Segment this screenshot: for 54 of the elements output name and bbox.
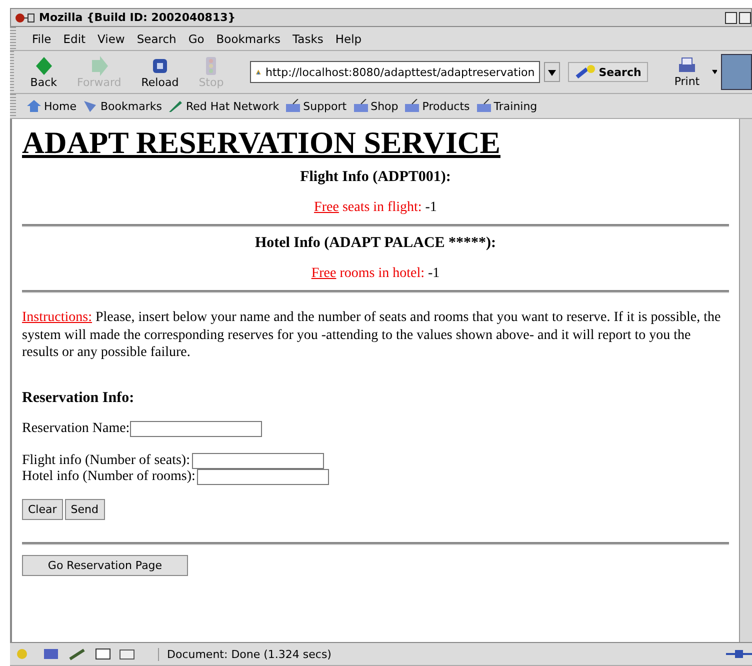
toolbar-button[interactable]: Back [22, 56, 66, 88]
print-button[interactable]: Print [666, 56, 708, 88]
url-field[interactable]: http://localhost:8080/adapttest/adaptreservation [250, 61, 540, 83]
pen-icon [168, 99, 184, 113]
bookmark-link[interactable]: Home [26, 99, 76, 113]
caret-icon [548, 70, 556, 76]
caret-icon[interactable] [712, 69, 718, 75]
menu-item[interactable]: Go [188, 32, 204, 46]
scrollbar[interactable] [739, 119, 752, 642]
maximize-button[interactable] [739, 12, 751, 24]
menu-item[interactable]: Help [335, 32, 362, 46]
toolbar-button[interactable]: Reload [133, 56, 187, 88]
form-button[interactable]: Clear [22, 498, 63, 520]
section-heading: Hotel Info (ADAPT PALACE *****): [254, 235, 498, 252]
availability-text: Free seats in flight: -1 [313, 200, 438, 216]
menu-item[interactable]: Edit [63, 32, 86, 46]
minimize-button[interactable] [725, 12, 737, 24]
bookmark-link[interactable]: Bookmarks [82, 99, 162, 113]
field-label: Flight info (Number of seats): [22, 452, 190, 468]
instructions-text: Instructions: Please, insert below your name and the number of seats and rooms that you want to reserve. If it is possible, the system will made the corresponding reserves for you -attending to the values shown above- and it will report to you the results or any possible failure. [22, 309, 722, 362]
availability-text: Free rooms in hotel: -1 [310, 266, 441, 282]
folder-icon [476, 99, 492, 113]
dropdown-button[interactable] [544, 62, 560, 82]
input-field[interactable] [197, 468, 330, 484]
form-heading: Reservation Info: [22, 390, 136, 406]
status-text: Document: Done (1.324 secs) [158, 648, 332, 660]
folder-icon [352, 99, 369, 113]
folder-icon [285, 99, 302, 113]
go-button[interactable]: Go Reservation Page [22, 554, 188, 576]
form-button[interactable]: Send [64, 498, 104, 520]
window-title: Mozilla {Build ID: 2002040813} [39, 11, 236, 24]
bookmark-link[interactable]: Shop [352, 99, 398, 113]
search-button[interactable]: Search [568, 62, 648, 82]
menu-item[interactable]: Tasks [292, 32, 324, 46]
input-field[interactable] [192, 452, 324, 468]
menu-item[interactable]: Bookmarks [216, 32, 281, 46]
page-title: ADAPT RESERVATION SERVICE [22, 125, 502, 161]
field-label: Reservation Name: [22, 420, 130, 436]
connection-icon [726, 648, 752, 660]
section-heading: Flight Info (ADPT001): [299, 169, 452, 186]
bookmark-link[interactable]: Red Hat Network [168, 99, 280, 113]
input-field[interactable] [130, 420, 262, 436]
search-icon [574, 65, 597, 79]
menu-item[interactable]: File [32, 32, 52, 46]
mozilla-icon [15, 12, 37, 24]
menu-item[interactable]: View [98, 32, 125, 46]
bookmark-link[interactable]: Products [404, 99, 470, 113]
folder-icon [404, 99, 420, 113]
field-label: Hotel info (Number of rooms): [22, 468, 196, 484]
bookmarks-icon [82, 99, 98, 113]
menu-item[interactable]: Search [136, 32, 176, 46]
bookmark-link[interactable]: Support [285, 99, 347, 113]
home-icon [26, 99, 42, 113]
bookmark-link[interactable]: Training [476, 99, 538, 113]
